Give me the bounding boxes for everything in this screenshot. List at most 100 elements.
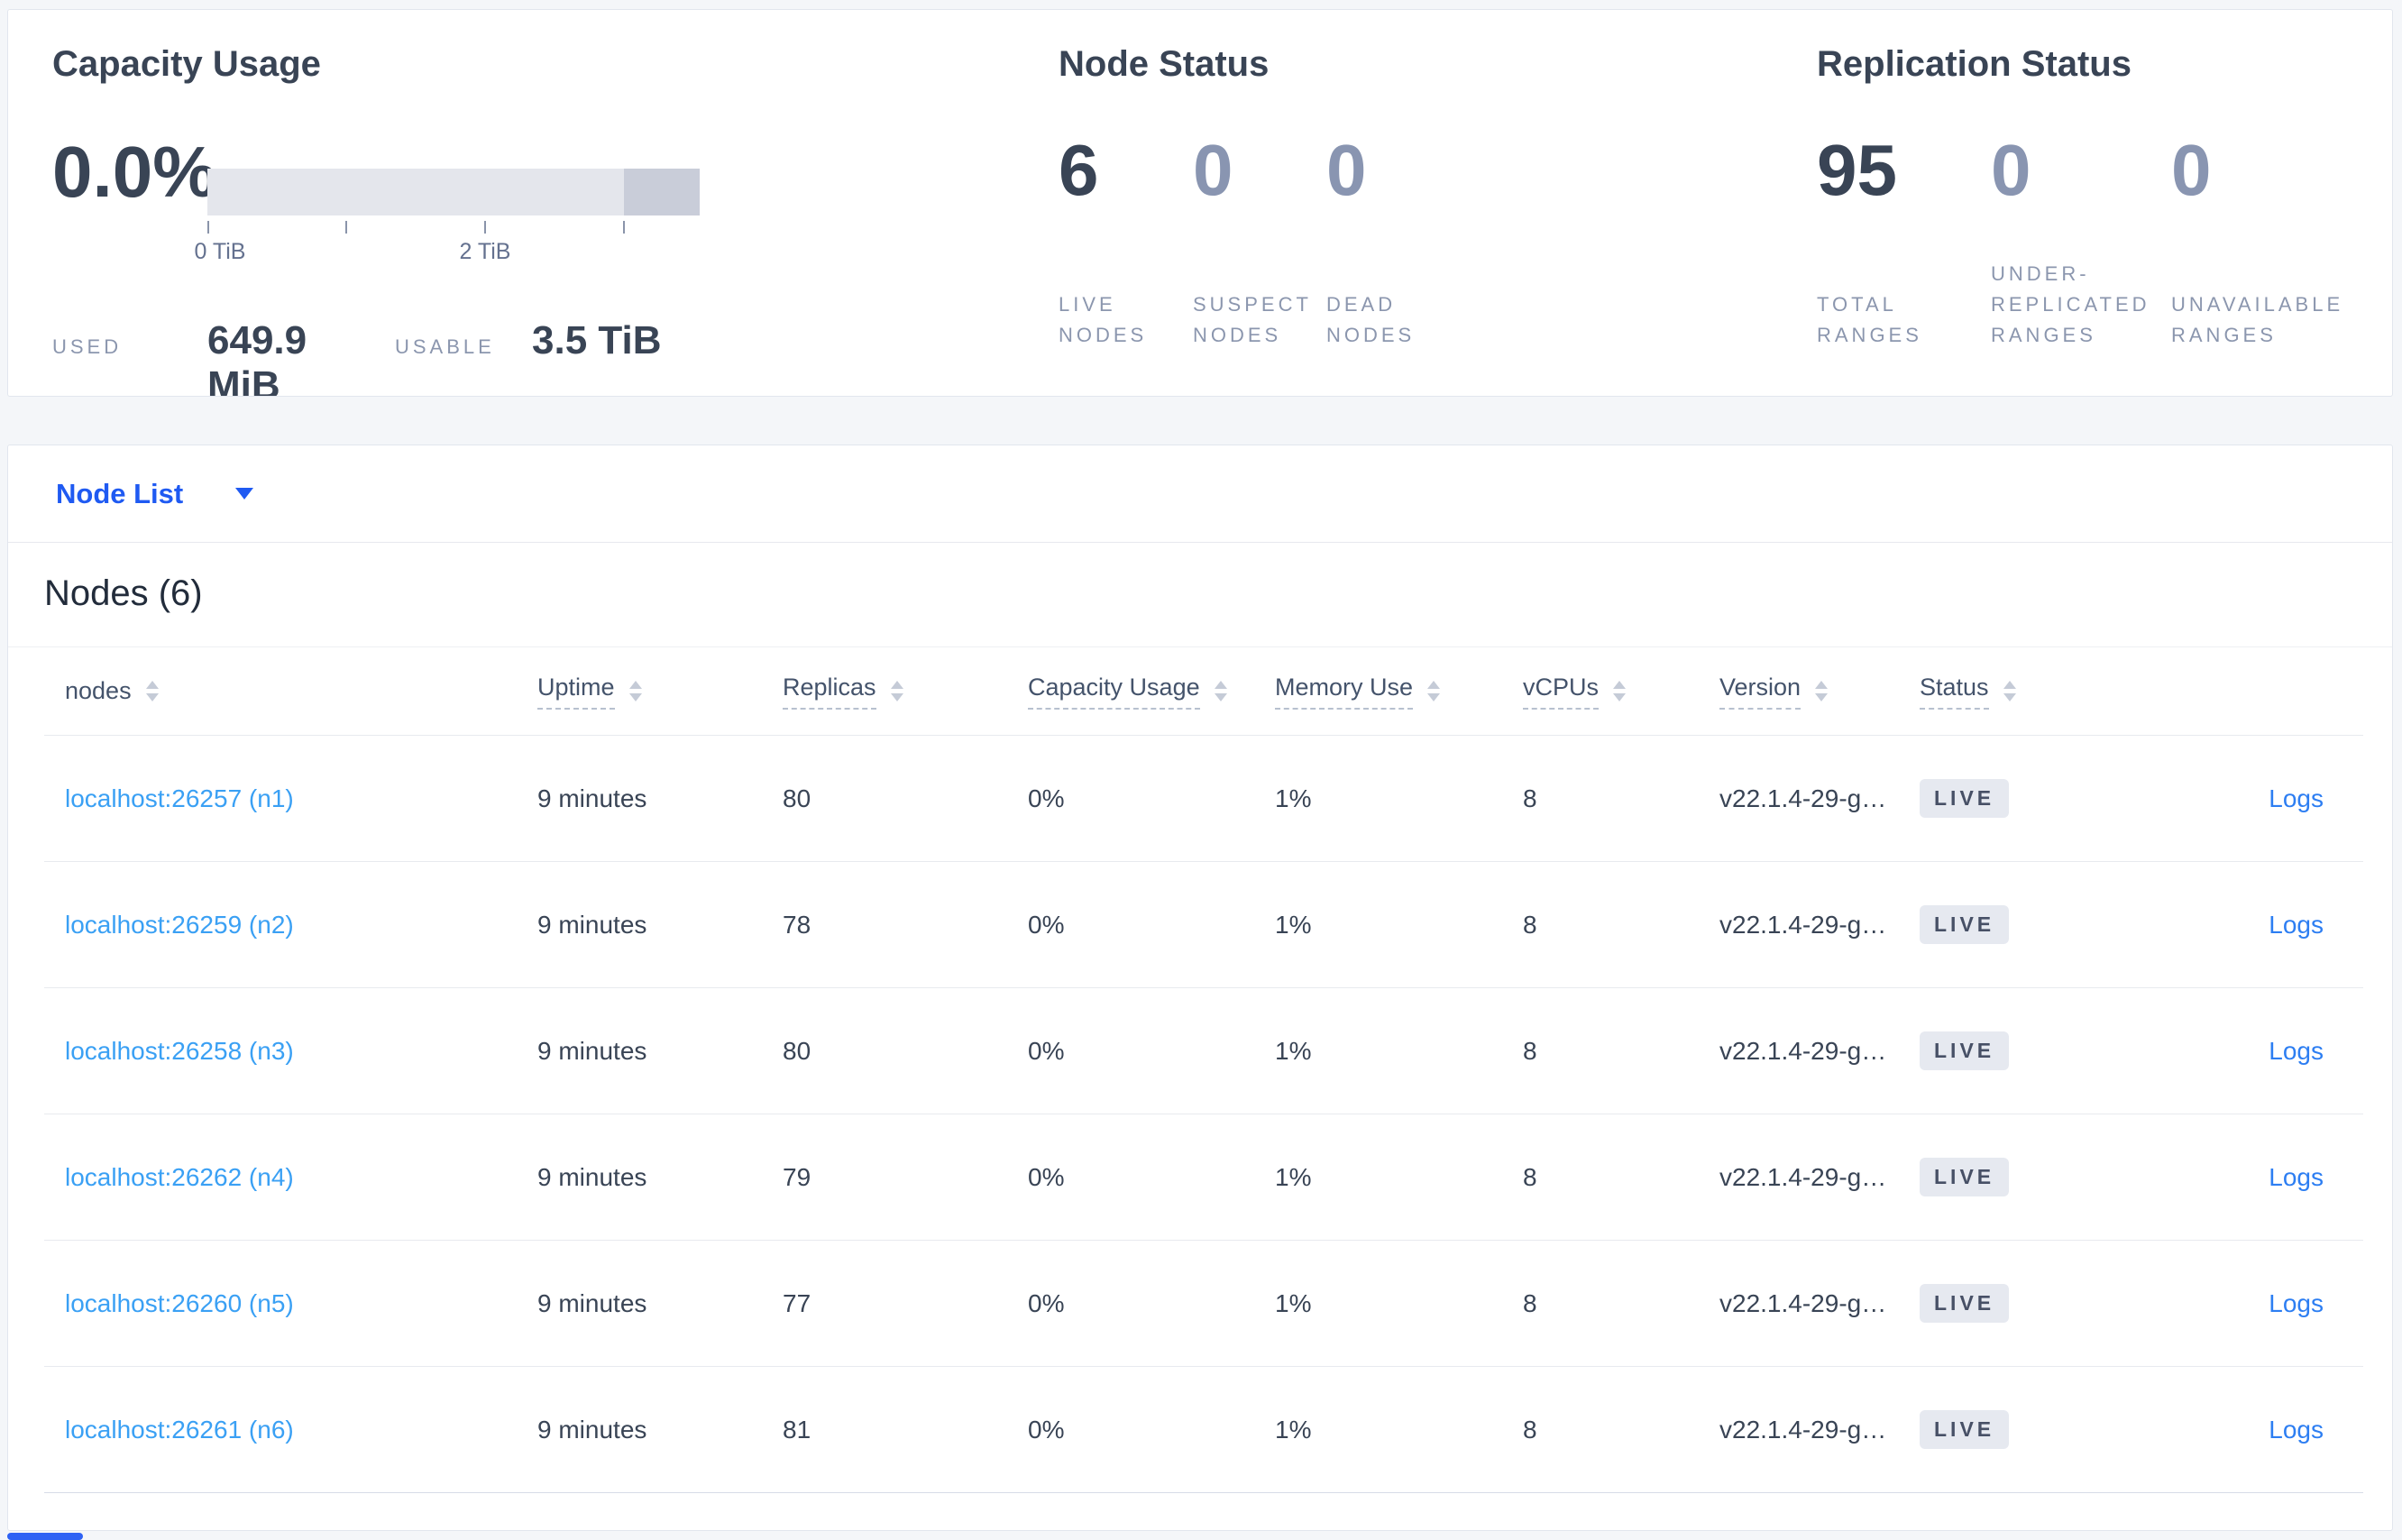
node-link[interactable]: localhost:26258 (n3) xyxy=(65,1037,294,1065)
vcpus-cell: 8 xyxy=(1523,1415,1537,1444)
capacity-usage-cell: 0% xyxy=(1028,1288,1065,1317)
node-list-dropdown[interactable]: Node List xyxy=(56,477,254,510)
version-cell: v22.1.4-29-g… xyxy=(1719,1162,1887,1191)
sort-icon[interactable] xyxy=(1613,681,1627,701)
logs-link[interactable]: Logs xyxy=(2269,1416,2324,1444)
sort-icon[interactable] xyxy=(2003,681,2016,701)
logs-link[interactable]: Logs xyxy=(2269,1037,2324,1065)
capacity-usage-cell: 0% xyxy=(1028,1036,1065,1065)
under-replicated-ranges-value: 0 xyxy=(1991,130,2031,210)
capacity-usage-panel: Capacity Usage 0.0% 0 TiB 2 TiB USED 649… xyxy=(52,42,1059,396)
logs-link[interactable]: Logs xyxy=(2269,911,2324,939)
column-header-nodes[interactable]: nodes xyxy=(44,677,537,705)
dead-nodes-value: 0 xyxy=(1326,130,1367,210)
table-row: localhost:26258 (n3) 9 minutes 80 0% 1% … xyxy=(44,988,2363,1114)
total-ranges-label: TOTAL RANGES xyxy=(1817,293,1922,346)
node-list-dropdown-label: Node List xyxy=(56,477,184,509)
vcpus-cell: 8 xyxy=(1523,910,1537,939)
logs-link[interactable]: Logs xyxy=(2269,784,2324,812)
version-cell: v22.1.4-29-g… xyxy=(1719,1415,1887,1444)
column-header-vcpus[interactable]: vCPUs xyxy=(1523,674,1719,710)
logs-link[interactable]: Logs xyxy=(2269,1163,2324,1191)
version-cell: v22.1.4-29-g… xyxy=(1719,1288,1887,1317)
tick-label-zero: 0 TiB xyxy=(194,239,246,264)
tick-mark xyxy=(484,221,486,234)
total-ranges-value: 95 xyxy=(1817,130,1897,210)
replicas-cell: 81 xyxy=(783,1415,811,1444)
tick-mark xyxy=(623,221,625,234)
logs-link[interactable]: Logs xyxy=(2269,1289,2324,1317)
horizontal-scrollbar-thumb[interactable] xyxy=(7,1533,83,1540)
table-row: localhost:26260 (n5) 9 minutes 77 0% 1% … xyxy=(44,1241,2363,1367)
suspect-nodes-value: 0 xyxy=(1193,130,1233,210)
dead-nodes-stat: 0 DEAD NODES xyxy=(1326,134,1427,351)
node-link[interactable]: localhost:26259 (n2) xyxy=(65,911,294,939)
unavailable-ranges-label: UNAVAILABLE RANGES xyxy=(2171,293,2344,346)
replicas-cell: 77 xyxy=(783,1288,811,1317)
live-nodes-label: LIVE NODES xyxy=(1059,293,1148,346)
uptime-cell: 9 minutes xyxy=(537,1036,647,1065)
table-header-row: nodes Uptime Replicas Capacity Usage Mem… xyxy=(44,647,2363,736)
column-header-uptime[interactable]: Uptime xyxy=(537,674,783,710)
sort-icon[interactable] xyxy=(1815,681,1829,701)
capacity-percent-value: 0.0% xyxy=(52,132,217,212)
total-ranges-stat: 95 TOTAL RANGES xyxy=(1817,134,1991,351)
status-badge: LIVE xyxy=(1920,779,2010,818)
capacity-bar-ticks xyxy=(207,215,700,239)
used-value: 649.9 MiB xyxy=(207,318,307,397)
column-header-replicas[interactable]: Replicas xyxy=(783,674,1028,710)
capacity-usage-cell: 0% xyxy=(1028,910,1065,939)
vcpus-cell: 8 xyxy=(1523,1162,1537,1191)
node-list-card: Node List Nodes (6) nodes Uptime Replica… xyxy=(7,445,2393,1531)
live-nodes-value: 6 xyxy=(1059,130,1099,210)
node-status-panel: Node Status 6 LIVE NODES 0 SUSPECT NODES… xyxy=(1059,42,1817,396)
table-row: localhost:26261 (n6) 9 minutes 81 0% 1% … xyxy=(44,1367,2363,1493)
sort-icon[interactable] xyxy=(1214,681,1227,701)
used-label: USED xyxy=(52,335,123,358)
status-badge: LIVE xyxy=(1920,1410,2010,1449)
table-row: localhost:26259 (n2) 9 minutes 78 0% 1% … xyxy=(44,862,2363,988)
replication-status-title: Replication Status xyxy=(1817,44,2132,84)
sort-icon[interactable] xyxy=(628,681,642,701)
suspect-nodes-label: SUSPECT NODES xyxy=(1193,293,1312,346)
status-badge: LIVE xyxy=(1920,1158,2010,1196)
status-badge: LIVE xyxy=(1920,1284,2010,1323)
chevron-down-icon xyxy=(235,488,254,500)
suspect-nodes-stat: 0 SUSPECT NODES xyxy=(1193,134,1326,351)
uptime-cell: 9 minutes xyxy=(537,1415,647,1444)
status-badge: LIVE xyxy=(1920,905,2010,944)
column-header-capacity-usage[interactable]: Capacity Usage xyxy=(1028,674,1275,710)
capacity-usage-cell: 0% xyxy=(1028,1162,1065,1191)
dead-nodes-label: DEAD NODES xyxy=(1326,293,1416,346)
uptime-cell: 9 minutes xyxy=(537,1162,647,1191)
view-selector-bar: Node List xyxy=(8,445,2392,543)
uptime-cell: 9 minutes xyxy=(537,910,647,939)
cluster-summary-card: Capacity Usage 0.0% 0 TiB 2 TiB USED 649… xyxy=(7,9,2393,397)
node-link[interactable]: localhost:26260 (n5) xyxy=(65,1289,294,1317)
tick-label-two: 2 TiB xyxy=(459,239,511,264)
under-replicated-ranges-label: UNDER-REPLICATED RANGES xyxy=(1991,262,2150,346)
usable-value: 3.5 TiB xyxy=(532,318,662,362)
column-header-version[interactable]: Version xyxy=(1719,674,1920,710)
column-header-memory-use[interactable]: Memory Use xyxy=(1275,674,1523,710)
sort-icon[interactable] xyxy=(1427,681,1441,701)
node-link[interactable]: localhost:26262 (n4) xyxy=(65,1163,294,1191)
tick-mark xyxy=(207,221,209,234)
replicas-cell: 78 xyxy=(783,910,811,939)
capacity-usage-bar-chart: 0 TiB 2 TiB xyxy=(195,169,700,266)
node-link[interactable]: localhost:26261 (n6) xyxy=(65,1416,294,1444)
column-header-status[interactable]: Status xyxy=(1920,674,2144,710)
sort-icon[interactable] xyxy=(145,681,159,701)
unavailable-ranges-value: 0 xyxy=(2171,130,2212,210)
version-cell: v22.1.4-29-g… xyxy=(1719,1036,1887,1065)
sort-icon[interactable] xyxy=(890,681,903,701)
capacity-bar-segment xyxy=(624,169,700,215)
uptime-cell: 9 minutes xyxy=(537,784,647,812)
version-cell: v22.1.4-29-g… xyxy=(1719,784,1887,812)
usable-label: USABLE xyxy=(395,335,495,358)
vcpus-cell: 8 xyxy=(1523,1288,1537,1317)
node-link[interactable]: localhost:26257 (n1) xyxy=(65,784,294,812)
memory-use-cell: 1% xyxy=(1275,910,1312,939)
memory-use-cell: 1% xyxy=(1275,1162,1312,1191)
capacity-usage-cell: 0% xyxy=(1028,784,1065,812)
